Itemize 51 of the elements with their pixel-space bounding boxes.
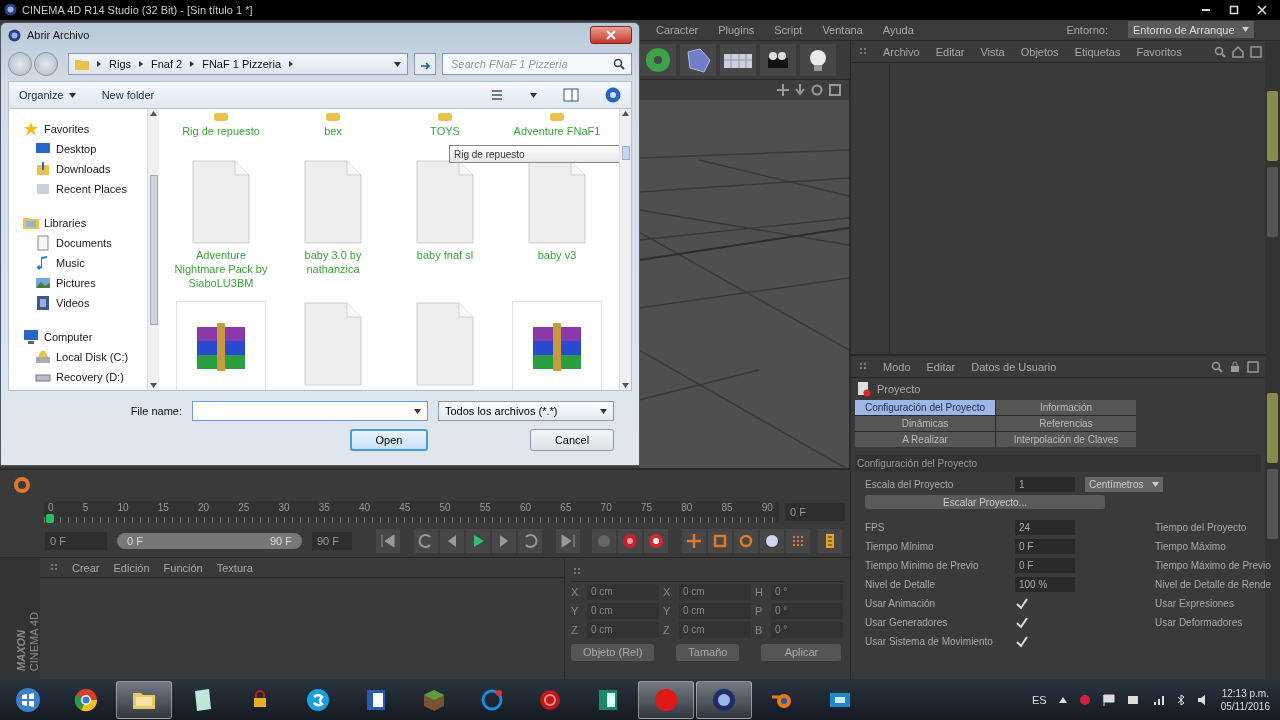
field-label: Escala del Proyecto (865, 479, 955, 490)
tick-label: 30 (278, 502, 290, 513)
axis-label: X (663, 585, 672, 598)
field-label: Tiempo del Proyecto (1155, 522, 1248, 533)
field-label: Tiempo Mínimo de Previo (865, 560, 980, 571)
tick-label: 65 (560, 502, 572, 513)
layout-label: Entorno: (1066, 23, 1108, 36)
field-label: Usar Deformadores (1155, 617, 1244, 628)
axis-label: Z (571, 623, 579, 636)
tick-label: 15 (157, 502, 169, 513)
brand-name: MAXON (15, 630, 27, 671)
tick-label: 5 (82, 502, 89, 513)
field-label: Tiempo Mínimo (865, 541, 935, 552)
axis-label: Y (663, 604, 672, 617)
tick-label: 40 (359, 502, 371, 513)
object-name: Proyecto (877, 383, 921, 395)
tick-label: 75 (640, 502, 652, 513)
axis-label: X (571, 585, 580, 598)
tick-label: 85 (721, 502, 733, 513)
tick-label: 10 (117, 502, 129, 513)
window-title: CINEMA 4D R14 Studio (32 Bit) - [Sin título 1 *] (22, 3, 254, 16)
field-label: Usar Generadores (865, 617, 949, 628)
field-label: Tiempo Máximo de Previo (1155, 560, 1271, 571)
field-label: Tiempo Máximo (1155, 541, 1227, 552)
field-label: Nivel de Detalle (865, 579, 937, 590)
section-header: Configuración del Proyecto (855, 455, 1261, 472)
tick-label: 35 (318, 502, 330, 513)
axis-label: B (755, 623, 764, 636)
field-label: Usar Sistema de Movimiento (865, 636, 994, 647)
tick-label: 60 (520, 502, 532, 513)
field-label: File name: (130, 405, 182, 417)
tick-label: 80 (681, 502, 693, 513)
tick-label: 90 (761, 502, 773, 513)
field-label: Nivel de Detalle de Rende (1155, 579, 1272, 590)
field-label: FPS (865, 522, 886, 533)
product-name: CINEMA 4D (28, 611, 40, 671)
field-label: Usar Expresiones (1155, 598, 1235, 609)
tick-label: 70 (600, 502, 612, 513)
axis-label: Y (571, 604, 580, 617)
tick-label: 50 (439, 502, 451, 513)
tick-label: 25 (238, 502, 250, 513)
dialog-title: Abrir Archivo (27, 29, 90, 41)
tooltip: Rig de repuesto (449, 145, 619, 163)
tick-label: 20 (197, 502, 210, 513)
tick-label: 45 (399, 502, 411, 513)
axis-label: H (755, 585, 764, 598)
tick-label: 55 (479, 502, 491, 513)
axis-label: Z (663, 623, 671, 636)
field-label: Usar Animación (865, 598, 937, 609)
axis-label: P (755, 604, 764, 617)
tick-label: 0 (48, 502, 54, 513)
